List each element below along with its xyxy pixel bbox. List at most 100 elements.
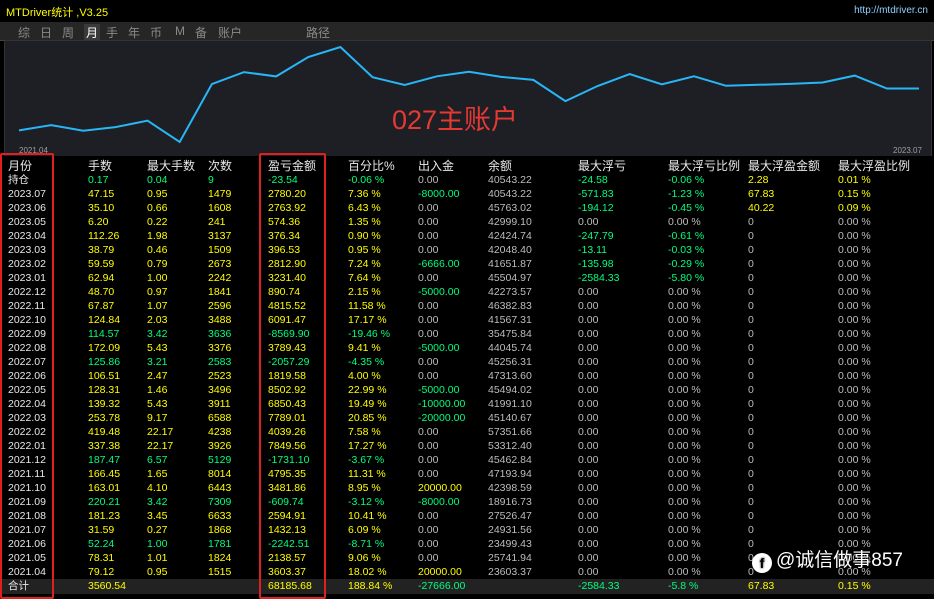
table-row[interactable]: 2023.05 6.20 0.22 241 574.36 1.35 % 0.00 42999.… (0, 215, 934, 229)
tab-year[interactable]: 年 (128, 24, 140, 41)
table-row[interactable]: 2023.06 35.10 0.66 1608 2763.92 6.43 % 0.00 457… (0, 201, 934, 215)
tab-currency[interactable]: 币 (150, 24, 162, 41)
cell-count: 1608 (208, 202, 232, 214)
table-row[interactable]: 2023.03 38.79 0.46 1509 396.53 0.95 % 0.00 4204… (0, 243, 934, 257)
cell-percent: 9.41 % (348, 342, 381, 354)
cell-max-drawdown-ratio: 0.00 % (668, 342, 701, 354)
table-header-row: 月份 手数 最大手数 次数 盈亏金额 百分比% 出入金 余额 最大浮亏 最大浮亏比例 最大浮盈金额最… (0, 159, 934, 173)
total-deposit: -27666.00 (418, 580, 466, 592)
cell-max-drawdown: 0.00 (578, 426, 599, 438)
cell-max-float-profit-ratio: 0.00 % (838, 230, 871, 242)
table-row[interactable]: 2022.07 125.86 3.21 2583 -2057.29 -4.35 % 0.00… (0, 355, 934, 369)
tab-notes[interactable]: 备 (195, 24, 207, 41)
cell-max-float-profit: 0 (748, 258, 754, 270)
tab-day[interactable]: 日 (40, 24, 52, 41)
header-lots[interactable]: 手数 (88, 159, 112, 173)
table-row[interactable]: 2022.02 419.48 22.17 4238 4039.26 7.58 % 0.00 5… (0, 425, 934, 439)
table-row[interactable]: 持仓 0.17 0.04 9 -23.54 -0.06 % 0.00 40543.22 -24.… (0, 173, 934, 187)
table-row[interactable]: 2023.07 47.15 0.95 1479 2780.20 7.36 % -8000.0… (0, 187, 934, 201)
cell-max-drawdown: 0.00 (578, 468, 599, 480)
table-row[interactable]: 2021.12 187.47 6.57 5129 -1731.10 -3.67 % 0.00… (0, 453, 934, 467)
cell-lots: 166.45 (88, 468, 121, 480)
cell-percent: 10.41 % (348, 510, 387, 522)
cell-max-float-profit-ratio: 0.00 % (838, 258, 871, 270)
tab-summary[interactable]: 综 (18, 24, 30, 41)
cell-max-drawdown-ratio: 0.00 % (668, 412, 701, 424)
table-row[interactable]: 2023.02 59.59 0.79 2673 2812.90 7.24 % -6666.0… (0, 257, 934, 271)
cell-count: 2242 (208, 272, 232, 284)
cell-balance: 45462.84 (488, 454, 532, 466)
cell-count: 3926 (208, 440, 232, 452)
cell-max-drawdown: -194.12 (578, 202, 614, 214)
cell-lots: 52.24 (88, 538, 115, 550)
table-row[interactable]: 2021.08 181.23 3.45 6633 2594.91 10.41 % 0.00 2… (0, 509, 934, 523)
table-row[interactable]: 2021.07 31.59 0.27 1868 1432.13 6.09 % 0.00 249… (0, 523, 934, 537)
header-max-float-profit-ratio[interactable]: 最大浮盈比例 (838, 159, 910, 173)
table-row[interactable]: 2023.01 62.94 1.00 2242 3231.40 7.64 % 0.00 455… (0, 271, 934, 285)
cell-max-drawdown: 0.00 (578, 370, 599, 382)
cell-max-drawdown-ratio: -5.80 % (668, 272, 705, 284)
table-row[interactable]: 2022.05 128.31 1.46 3496 8502.92 22.99 % -5000… (0, 383, 934, 397)
cell-percent: -4.35 % (348, 356, 385, 368)
table-row[interactable]: 2022.01 337.38 22.17 3926 7849.56 17.27 % 0.00… (0, 439, 934, 453)
tab-path[interactable]: 路径 (306, 24, 330, 41)
cell-max-drawdown-ratio: 0.00 % (668, 370, 701, 382)
cell-max-lots: 0.95 (147, 566, 168, 578)
cell-max-float-profit-ratio: 0.00 % (838, 524, 871, 536)
tab-lots[interactable]: 手 (106, 24, 118, 41)
cell-percent: 8.95 % (348, 482, 381, 494)
table-row[interactable]: 2022.04 139.32 5.43 3911 6850.43 19.49 % -1000… (0, 397, 934, 411)
table-row[interactable]: 2021.11 166.45 1.65 8014 4795.35 11.31 % 0.00 4… (0, 467, 934, 481)
header-count[interactable]: 次数 (208, 159, 232, 173)
header-balance[interactable]: 余额 (488, 159, 512, 173)
table-row[interactable]: 2021.09 220.21 3.42 7309 -609.74 -3.12 % -8000… (0, 495, 934, 509)
table-row[interactable]: 2022.09 114.57 3.42 3636 -8569.90 -19.46 % 0.0… (0, 327, 934, 341)
cell-max-drawdown: 0.00 (578, 286, 599, 298)
cell-count: 9 (208, 174, 214, 186)
cell-max-lots: 0.97 (147, 286, 168, 298)
header-deposit[interactable]: 出入金 (418, 159, 454, 173)
cell-lots: 35.10 (88, 202, 115, 214)
cell-balance: 47193.94 (488, 468, 532, 480)
table-row[interactable]: 2023.04 112.26 1.98 3137 376.34 0.90 % 0.00 424… (0, 229, 934, 243)
cell-max-lots: 0.27 (147, 524, 168, 536)
cell-deposit: 0.00 (418, 230, 439, 242)
cell-max-drawdown: 0.00 (578, 342, 599, 354)
cell-max-float-profit-ratio: 0.09 % (838, 202, 871, 214)
cell-max-lots: 1.07 (147, 300, 168, 312)
cell-percent: 11.31 % (348, 468, 386, 480)
cell-percent: 11.58 % (348, 300, 386, 312)
tab-magic[interactable]: M (175, 24, 185, 38)
brand-logo-icon: f (752, 553, 772, 573)
table-row[interactable]: 2022.12 48.70 0.97 1841 890.74 2.15 % -5000.00… (0, 285, 934, 299)
website-link[interactable]: http://mtdriver.cn (854, 5, 928, 16)
cell-max-drawdown-ratio: -1.23 % (668, 188, 705, 200)
cell-max-float-profit: 0 (748, 440, 754, 452)
header-max-drawdown-ratio[interactable]: 最大浮亏比例 (668, 159, 740, 173)
cell-count: 1479 (208, 188, 232, 200)
cell-max-drawdown: 0.00 (578, 524, 599, 536)
cell-count: 1509 (208, 244, 232, 256)
header-max-lots[interactable]: 最大手数 (147, 159, 195, 173)
table-row[interactable]: 2021.10 163.01 4.10 6443 3481.86 8.95 % 20000.… (0, 481, 934, 495)
cell-percent: 0.90 % (348, 230, 381, 242)
table-row[interactable]: 2022.08 172.09 5.43 3376 3789.43 9.41 % -5000.… (0, 341, 934, 355)
header-max-drawdown[interactable]: 最大浮亏 (578, 159, 626, 173)
cell-balance: 45763.02 (488, 202, 532, 214)
cell-max-drawdown: 0.00 (578, 552, 599, 564)
header-percent[interactable]: 百分比% (348, 159, 395, 173)
table-row[interactable]: 2022.06 106.51 2.47 2523 1819.58 4.00 % 0.00 47… (0, 369, 934, 383)
cell-max-lots: 0.79 (147, 258, 168, 270)
tab-account[interactable]: 账户 (218, 24, 242, 41)
cell-deposit: 0.00 (418, 328, 439, 340)
cell-balance: 23499.43 (488, 538, 532, 550)
chart-end-label: 2023.07 (893, 146, 922, 155)
tab-month[interactable]: 月 (84, 24, 101, 41)
table-row[interactable]: 2022.03 253.78 9.17 6588 7789.01 20.85 % -2000… (0, 411, 934, 425)
cell-percent: -19.46 % (348, 328, 391, 340)
table-row[interactable]: 2022.10 124.84 2.03 3488 6091.47 17.17 % 0.00 4… (0, 313, 934, 327)
tab-week[interactable]: 周 (62, 24, 74, 41)
header-max-float-profit[interactable]: 最大浮盈金额 (748, 159, 820, 173)
cell-lots: 31.59 (88, 524, 115, 536)
table-row[interactable]: 2022.11 67.87 1.07 2596 4815.52 11.58 % 0.00 46… (0, 299, 934, 313)
